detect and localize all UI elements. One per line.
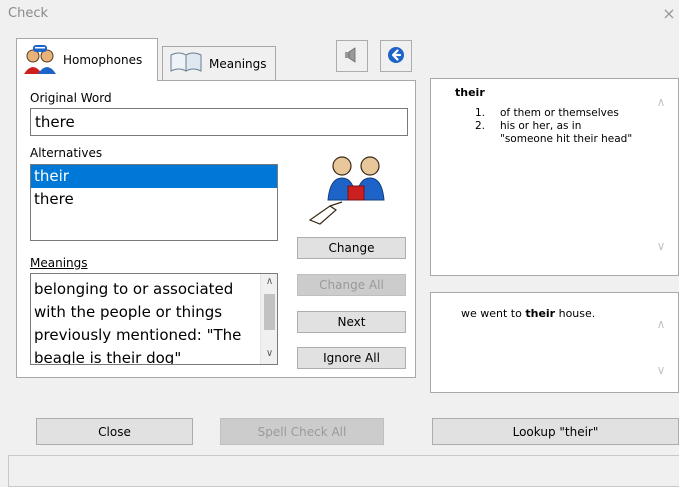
alternatives-label: Alternatives — [30, 146, 103, 160]
status-bar — [8, 455, 679, 487]
scroll-up-icon[interactable]: ∧ — [653, 317, 669, 331]
close-button[interactable]: Close — [36, 418, 193, 445]
people-icon — [23, 44, 57, 77]
meanings-scrollbar[interactable]: ∧ ∨ — [260, 274, 277, 364]
scroll-down-icon[interactable]: ∨ — [653, 363, 669, 377]
back-arrow-icon — [386, 45, 406, 68]
scroll-up-icon[interactable]: ∧ — [653, 95, 669, 109]
meanings-label: Meanings — [30, 256, 88, 270]
definition-word: their — [455, 86, 485, 99]
meanings-line: belonging to or associated — [34, 280, 234, 298]
scrollbar-thumb[interactable] — [264, 294, 275, 330]
meanings-line: previously mentioned: "The — [34, 326, 242, 344]
book-icon — [169, 51, 203, 76]
scroll-down-icon[interactable]: ∨ — [653, 239, 669, 253]
tab-homophones[interactable]: Homophones — [16, 38, 158, 81]
tab-homophones-label: Homophones — [63, 53, 143, 67]
back-button[interactable] — [380, 40, 412, 72]
example-box: we went to their house. ∧ ∨ — [430, 292, 679, 393]
scroll-down-icon[interactable]: ∨ — [261, 348, 277, 359]
change-all-button[interactable]: Change All — [297, 274, 406, 296]
definition-number: 1. — [475, 107, 486, 119]
spell-check-all-button[interactable]: Spell Check All — [220, 418, 384, 445]
scroll-up-icon[interactable]: ∧ — [261, 276, 277, 287]
next-button[interactable]: Next — [297, 311, 406, 333]
list-item[interactable]: their — [31, 165, 277, 188]
original-word-input[interactable]: there — [30, 108, 408, 136]
lookup-button[interactable]: Lookup "their" — [432, 418, 679, 445]
meanings-line: with the people or things — [34, 303, 223, 321]
speaker-icon — [342, 45, 362, 68]
definition-text: of them or themselves — [500, 107, 619, 119]
homophones-illustration-icon — [300, 150, 400, 232]
tab-meanings-label: Meanings — [209, 56, 267, 71]
list-item[interactable]: there — [31, 188, 277, 211]
tab-meanings[interactable]: Meanings — [162, 46, 276, 80]
close-icon[interactable]: × — [660, 4, 678, 23]
definition-text: "someone hit their head" — [500, 133, 633, 145]
definition-box: their 1. of them or themselves 2. his or… — [430, 78, 679, 276]
speak-button[interactable] — [336, 40, 368, 72]
window-title: Check — [8, 6, 48, 21]
change-button[interactable]: Change — [297, 237, 406, 259]
example-sentence: we went to their house. — [461, 307, 596, 320]
meanings-line: beagle is their dog" — [34, 349, 182, 365]
definition-list: 1. of them or themselves 2. his or her, … — [475, 107, 632, 146]
ignore-all-button[interactable]: Ignore All — [297, 347, 406, 369]
definition-text: his or her, as in — [500, 120, 582, 132]
meanings-box[interactable]: belonging to or associated with the peop… — [30, 273, 278, 365]
definition-number: 2. — [475, 120, 486, 132]
alternatives-list[interactable]: their there — [30, 164, 278, 241]
original-word-label: Original Word — [30, 91, 112, 105]
